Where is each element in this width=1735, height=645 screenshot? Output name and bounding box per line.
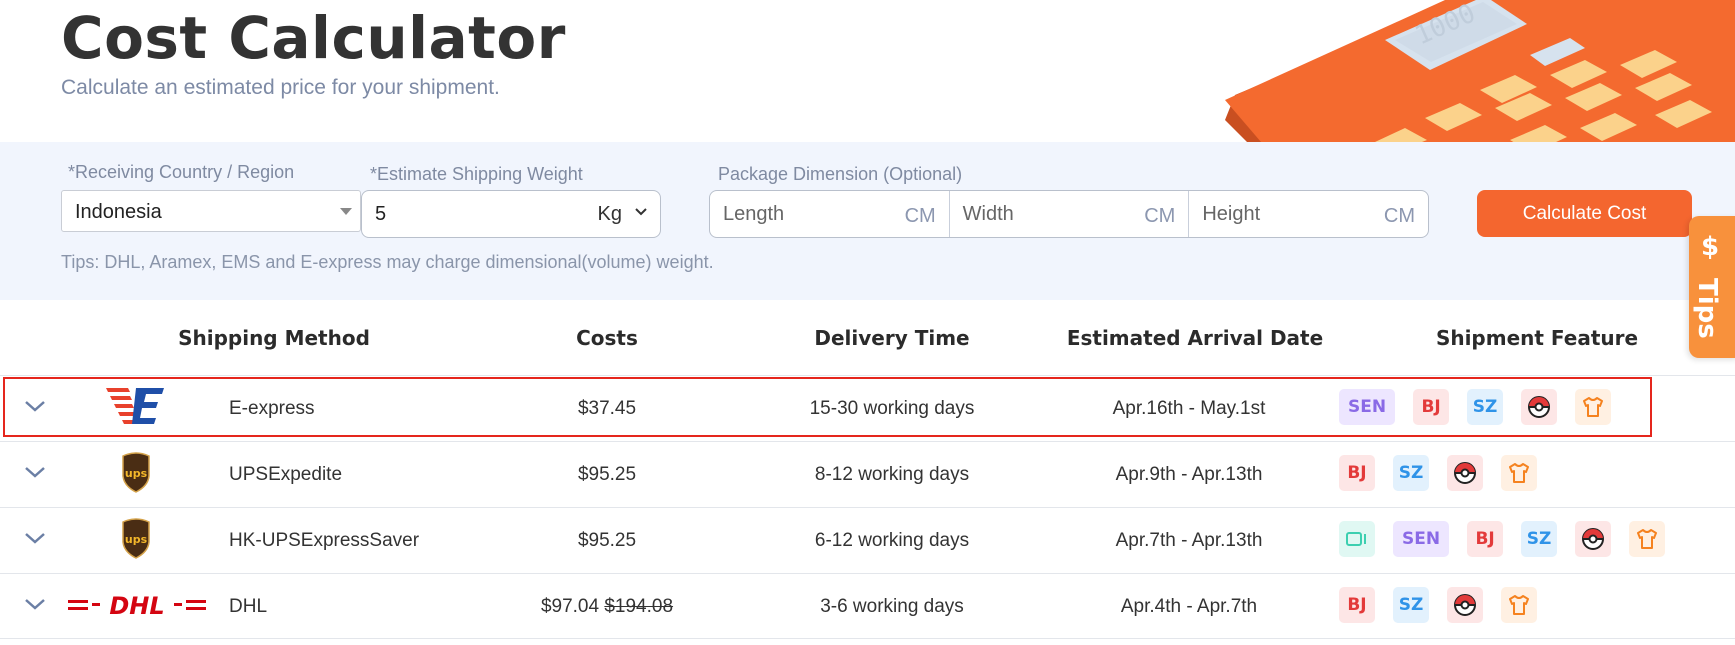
shirt-icon [1575,389,1612,425]
sz-badge: SZ [1467,389,1504,425]
header-costs: Costs [576,326,638,350]
feature-badges: BJ SZ [1339,587,1537,623]
country-select[interactable]: Indonesia [61,190,361,232]
weight-input[interactable]: 5 Kg [361,190,661,238]
dhl-logo: DHL [68,592,206,620]
calculator-illustration: 1000 [1225,0,1735,142]
page-subtitle: Calculate an estimated price for your sh… [61,76,500,99]
width-input[interactable]: Width CM [948,191,1189,237]
calculate-cost-button[interactable]: Calculate Cost [1477,190,1692,237]
sz-badge: SZ [1521,521,1558,557]
feature-badges: SEN BJ SZ [1339,521,1666,557]
shirt-icon [1629,521,1666,557]
ups-logo: ups [122,518,150,559]
table-row[interactable]: ups HK-UPSExpressSaver $95.25 6-12 worki… [0,507,1735,573]
height-unit: CM [1383,205,1416,227]
shirt-icon [1501,587,1537,623]
caret-down-icon [340,208,352,215]
dimension-label: Package Dimension (Optional) [718,164,963,184]
chevron-down-icon[interactable] [24,398,46,414]
cost-value: $97.04 $194.08 [541,596,673,618]
dollar-icon: $ [1701,232,1720,262]
shirt-icon [1501,455,1537,491]
sz-badge: SZ [1393,587,1429,623]
width-placeholder: Width [962,203,1014,225]
dimensional-weight-tip: Tips: DHL, Aramex, EMS and E-express may… [61,252,714,272]
header-delivery-time: Delivery Time [814,326,970,350]
feature-badges: BJ SZ [1339,455,1537,491]
arrival-date: Apr.4th - Apr.7th [1120,596,1258,617]
svg-text:ups: ups [125,467,148,480]
pokeball-icon [1521,389,1558,425]
svg-text:ups: ups [125,533,148,546]
cost-value: $95.25 [577,530,637,551]
svg-text:DHL: DHL [109,592,164,620]
table-row[interactable]: DHL DHL $97.04 $194.08 3-6 working days … [0,573,1735,639]
cost-value: $95.25 [577,464,637,485]
ups-logo: ups [122,452,150,493]
method-name: HK-UPSExpressSaver [229,530,420,551]
width-unit: CM [1144,205,1176,227]
method-name: UPSExpedite [229,464,343,485]
bj-badge: BJ [1467,521,1504,557]
length-input[interactable]: Length CM [710,191,949,237]
delivery-time: 15-30 working days [809,398,975,419]
cost-value: $37.45 [577,398,637,419]
chevron-down-icon[interactable] [634,205,648,219]
video-icon [1339,521,1375,557]
arrival-date: Apr.7th - Apr.13th [1115,530,1263,551]
dimension-inputs: Length CM Width CM Height CM [709,190,1429,238]
country-label: *Receiving Country / Region [68,162,295,182]
pokeball-icon [1575,521,1612,557]
chevron-down-icon[interactable] [24,530,46,546]
weight-label: *Estimate Shipping Weight [370,164,583,184]
bj-badge: BJ [1413,389,1450,425]
feature-badges: SEN BJ SZ [1339,389,1612,425]
discounted-cost: $97.04 [540,596,600,617]
chevron-down-icon[interactable] [24,596,46,612]
table-row[interactable]: E-express $37.45 15-30 working days Apr.… [0,375,1735,441]
page-title: Cost Calculator [61,4,566,72]
sen-badge: SEN [1339,389,1396,425]
cost-calculator-page: Cost Calculator Calculate an estimated p… [0,0,1735,645]
header-shipment-feature: Shipment Feature [1435,326,1639,350]
country-select-value: Indonesia [75,201,162,223]
header-arrival-date: Estimated Arrival Date [1066,326,1324,350]
method-name: E-express [229,398,315,419]
arrival-date: Apr.9th - Apr.13th [1115,464,1263,485]
delivery-time: 3-6 working days [820,596,964,617]
sen-badge: SEN [1393,521,1450,557]
pokeball-icon [1447,455,1483,491]
length-placeholder: Length [723,203,785,225]
height-placeholder: Height [1202,203,1261,225]
sz-badge: SZ [1393,455,1429,491]
method-name: DHL [229,596,268,617]
pokeball-icon [1447,587,1483,623]
weight-unit-select[interactable]: Kg [598,203,622,226]
delivery-time: 8-12 working days [814,464,970,485]
table-row[interactable]: ups UPSExpedite $95.25 8-12 working days… [0,441,1735,507]
chevron-down-icon[interactable] [24,464,46,480]
tips-tab-label: Tips [1692,278,1722,339]
delivery-time: 6-12 working days [814,530,970,551]
header-shipping-method: Shipping Method [178,326,370,350]
original-cost: $194.08 [604,596,674,617]
tips-side-tab[interactable]: $ Tips [1689,216,1735,358]
weight-value: 5 [375,203,387,225]
bj-badge: BJ [1339,455,1375,491]
arrival-date: Apr.16th - May.1st [1112,398,1266,419]
height-input[interactable]: Height CM [1188,191,1428,237]
length-unit: CM [904,205,936,227]
e-express-logo [106,388,164,424]
bj-badge: BJ [1339,587,1375,623]
